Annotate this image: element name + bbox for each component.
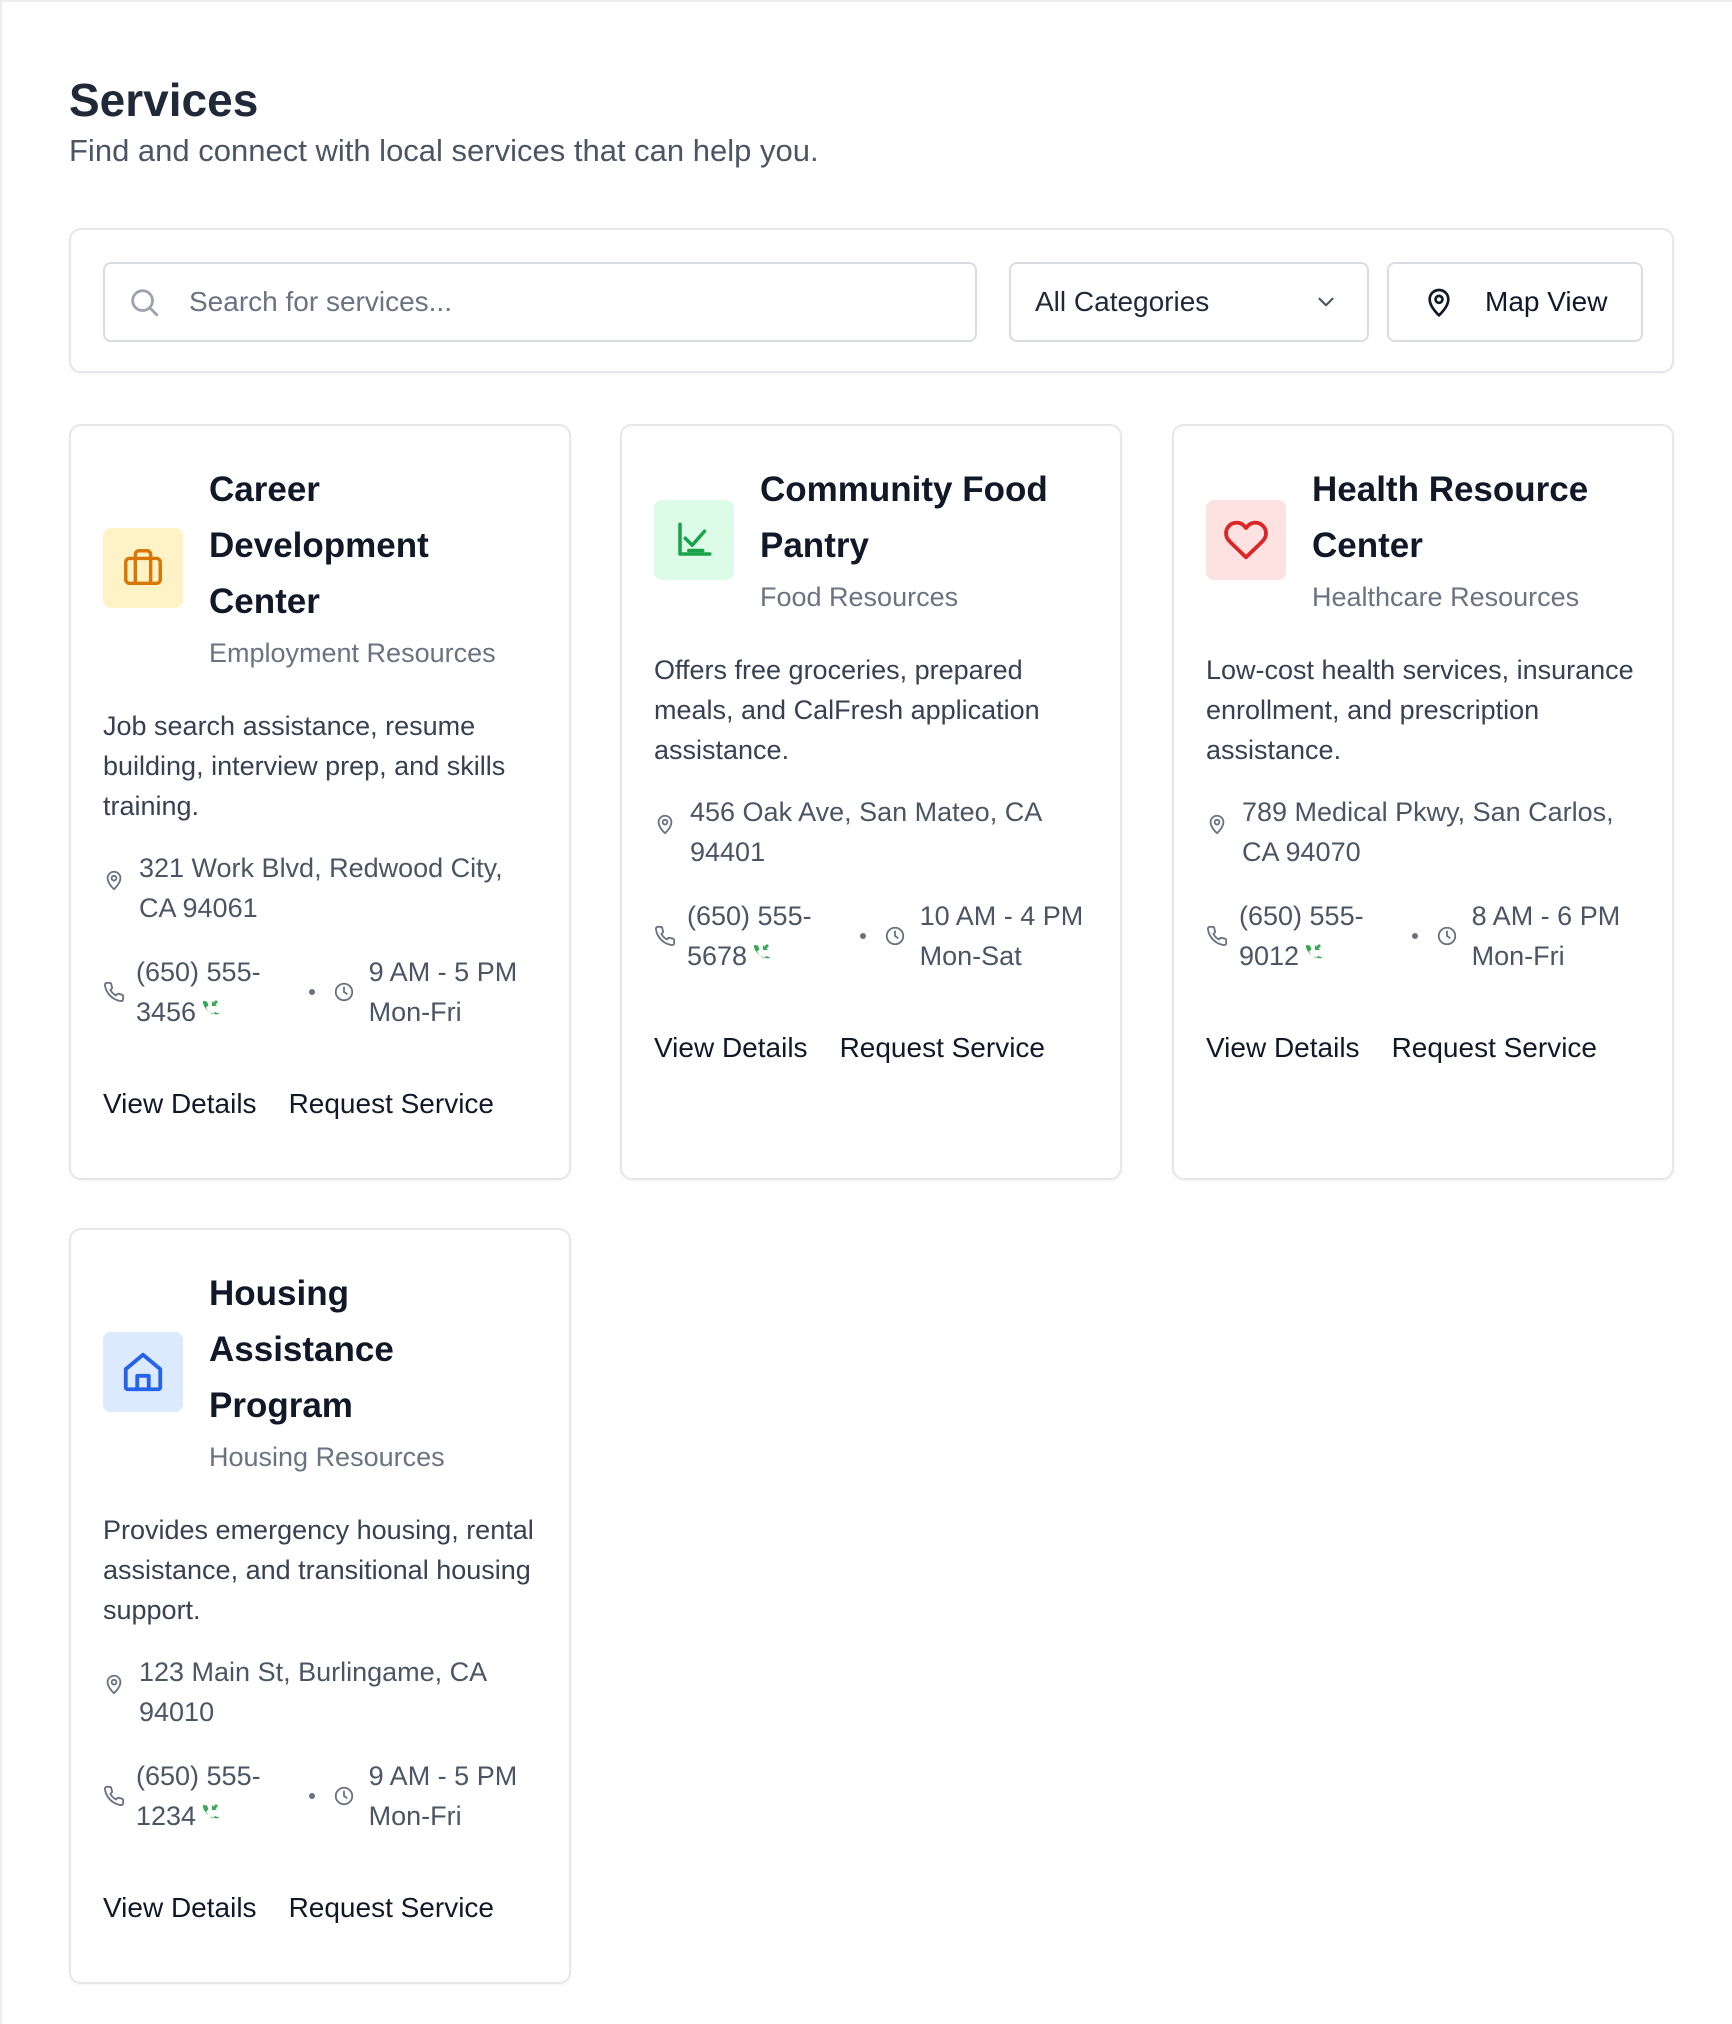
card-title: Community Food Pantry — [760, 470, 1048, 565]
card-icon-container — [103, 1332, 183, 1412]
card-actions: View Details Request Service — [1206, 1032, 1629, 1064]
map-pin-icon — [654, 813, 676, 835]
card-phone[interactable]: (650) 555- 9012 — [1239, 896, 1404, 976]
phone-icon — [103, 981, 125, 1003]
category-select-value: All Categories — [1035, 286, 1210, 317]
map-pin-icon — [103, 869, 125, 891]
phone-icon — [654, 925, 676, 947]
clock-icon — [333, 1785, 355, 1807]
card-address: 456 Oak Ave, San Mateo, CA 94401 — [654, 792, 1094, 872]
card-category: Housing Resources — [209, 1442, 445, 1472]
card-description: Provides emergency housing, rental assis… — [103, 1515, 534, 1625]
service-card-housing: Housing Assistance Program Housing Resou… — [69, 1228, 571, 1984]
card-icon-container — [1206, 500, 1286, 580]
view-details-button[interactable]: View Details — [103, 1088, 257, 1120]
salad-icon — [673, 519, 715, 561]
card-description: Job search assistance, resume building, … — [103, 711, 506, 821]
request-service-button[interactable]: Request Service — [1392, 1032, 1597, 1064]
page-title: Services — [69, 74, 259, 126]
card-title: Career Development Center — [209, 470, 429, 621]
home-icon — [120, 1349, 166, 1395]
card-contact: (650) 555- 9012 8 AM - 6 PM Mon-Fri — [1206, 896, 1646, 976]
card-actions: View Details Request Service — [103, 1088, 526, 1120]
card-header: Health Resource Center Healthcare Resour… — [1206, 462, 1646, 618]
card-hours: 8 AM - 6 PM Mon-Fri — [1471, 901, 1621, 971]
card-hours: 9 AM - 5 PM Mon-Fri — [368, 957, 518, 1027]
view-details-button[interactable]: View Details — [1206, 1032, 1360, 1064]
request-service-button[interactable]: Request Service — [289, 1088, 494, 1120]
card-description: Offers free groceries, prepared meals, a… — [654, 655, 1040, 765]
search-box[interactable] — [103, 262, 977, 342]
search-icon — [127, 285, 161, 319]
card-header: Career Development Center Employment Res… — [103, 462, 543, 674]
card-description: Low-cost health services, insurance enro… — [1206, 655, 1634, 765]
card-phone[interactable]: (650) 555- 1234 — [136, 1756, 301, 1836]
card-address: 321 Work Blvd, Redwood City, CA 94061 — [103, 848, 543, 928]
card-category: Healthcare Resources — [1312, 582, 1580, 612]
card-address: 123 Main St, Burlingame, CA 94010 — [103, 1652, 543, 1732]
card-phone[interactable]: (650) 555- 5678 — [687, 896, 852, 976]
call-extension-icon[interactable] — [1301, 942, 1325, 966]
phone-icon — [1206, 925, 1228, 947]
card-category: Food Resources — [760, 582, 959, 612]
card-address: 789 Medical Pkwy, San Carlos, CA 94070 — [1206, 792, 1646, 872]
card-icon-container — [654, 500, 734, 580]
card-title: Housing Assistance Program — [209, 1274, 394, 1425]
map-pin-icon — [1206, 813, 1228, 835]
category-select[interactable]: All Categories — [1009, 262, 1369, 342]
map-view-button[interactable]: Map View — [1387, 262, 1643, 342]
card-title: Health Resource Center — [1312, 470, 1589, 565]
clock-icon — [1436, 925, 1458, 947]
page-subtitle: Find and connect with local services tha… — [69, 133, 819, 168]
briefcase-icon — [120, 545, 166, 591]
clock-icon — [333, 981, 355, 1003]
card-header: Community Food Pantry Food Resources — [654, 462, 1094, 618]
card-icon-container — [103, 528, 183, 608]
card-actions: View Details Request Service — [103, 1892, 526, 1924]
card-actions: View Details Request Service — [654, 1032, 1077, 1064]
request-service-button[interactable]: Request Service — [840, 1032, 1045, 1064]
service-card-health: Health Resource Center Healthcare Resour… — [1172, 424, 1674, 1180]
phone-icon — [103, 1785, 125, 1807]
card-phone[interactable]: (650) 555- 3456 — [136, 952, 301, 1032]
chevron-down-icon — [1313, 289, 1339, 315]
call-extension-icon[interactable] — [198, 998, 222, 1022]
call-extension-icon[interactable] — [749, 942, 773, 966]
map-pin-icon — [103, 1673, 125, 1695]
card-contact: (650) 555- 3456 9 AM - 5 PM Mon-Fri — [103, 952, 543, 1032]
separator-dot — [1411, 933, 1418, 939]
separator-dot — [308, 1793, 315, 1799]
clock-icon — [884, 925, 906, 947]
card-header: Housing Assistance Program Housing Resou… — [103, 1266, 543, 1478]
card-category: Employment Resources — [209, 638, 496, 668]
heart-icon — [1223, 517, 1269, 563]
separator-dot — [859, 933, 866, 939]
map-pin-icon — [1423, 286, 1455, 318]
service-card-career: Career Development Center Employment Res… — [69, 424, 571, 1180]
card-contact: (650) 555- 1234 9 AM - 5 PM Mon-Fri — [103, 1756, 543, 1836]
filter-toolbar: All Categories Map View — [69, 228, 1674, 373]
call-extension-icon[interactable] — [198, 1802, 222, 1826]
page-header: Services Find and connect with local ser… — [69, 70, 819, 172]
search-input[interactable] — [187, 285, 911, 319]
card-contact: (650) 555- 5678 10 AM - 4 PM Mon-Sat — [654, 896, 1094, 976]
map-view-label: Map View — [1485, 286, 1608, 317]
card-hours: 9 AM - 5 PM Mon-Fri — [368, 1761, 518, 1831]
separator-dot — [308, 989, 315, 995]
request-service-button[interactable]: Request Service — [289, 1892, 494, 1924]
service-card-food: Community Food Pantry Food Resources Off… — [620, 424, 1122, 1180]
view-details-button[interactable]: View Details — [654, 1032, 808, 1064]
card-hours: 10 AM - 4 PM Mon-Sat — [919, 901, 1084, 971]
view-details-button[interactable]: View Details — [103, 1892, 257, 1924]
